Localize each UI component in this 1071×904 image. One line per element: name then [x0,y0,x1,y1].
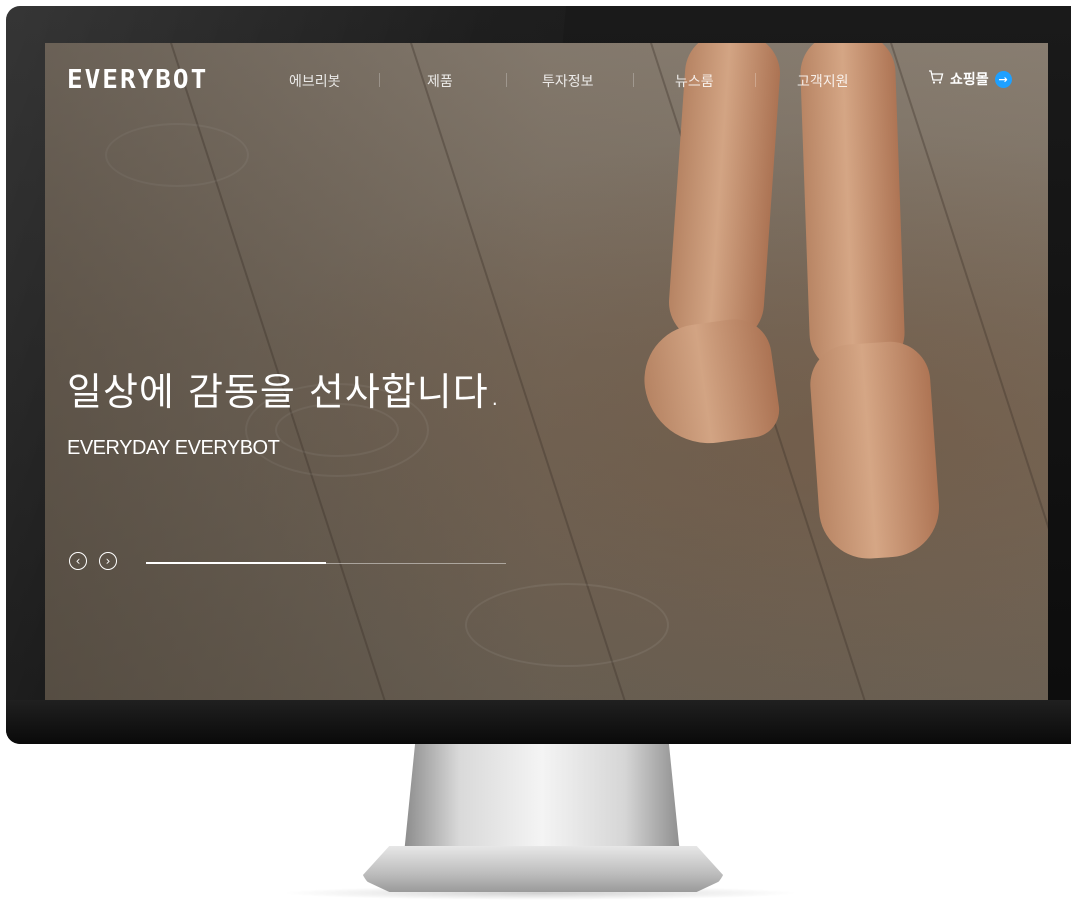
nav-divider [755,73,756,87]
nav-item-support[interactable]: 고객지원 [797,71,849,91]
nav-divider [379,73,380,87]
monitor-stand-base [360,846,726,892]
chevron-left-icon: ‹ [75,554,81,568]
shop-label: 쇼핑몰 [950,72,989,88]
slider-prev-button[interactable]: ‹ [69,552,87,570]
nav-item-about[interactable]: 에브리봇 [289,71,341,91]
website-screen: EVERYBOT 에브리봇 제품 투자정보 뉴스룸 고객지원 쇼핑몰 → 일상에… [45,43,1048,700]
shop-button[interactable]: 쇼핑몰 → [928,69,1012,89]
monitor-mockup: EVERYBOT 에브리봇 제품 투자정보 뉴스룸 고객지원 쇼핑몰 → 일상에… [0,0,1071,904]
monitor-stand-neck [404,744,680,854]
top-navigation: EVERYBOT 에브리봇 제품 투자정보 뉴스룸 고객지원 쇼핑몰 → [45,43,1048,119]
logo[interactable]: EVERYBOT [67,65,208,95]
monitor-chin [6,700,1071,744]
cart-icon [928,69,944,89]
nav-item-investor[interactable]: 투자정보 [542,71,594,91]
hero-subline: EVERYDAY EVERYBOT [67,437,280,459]
slider-progress-fill [146,562,326,564]
slider-progress-track [146,562,506,564]
arrow-right-icon: → [994,70,1012,88]
nav-item-products[interactable]: 제품 [427,71,453,91]
slider-next-button[interactable]: › [99,552,117,570]
chevron-right-icon: › [105,554,111,568]
nav-divider [633,73,634,87]
nav-item-newsroom[interactable]: 뉴스룸 [675,71,714,91]
nav-divider [506,73,507,87]
hero-headline: 일상에 감동을 선사합니다. [67,370,502,414]
